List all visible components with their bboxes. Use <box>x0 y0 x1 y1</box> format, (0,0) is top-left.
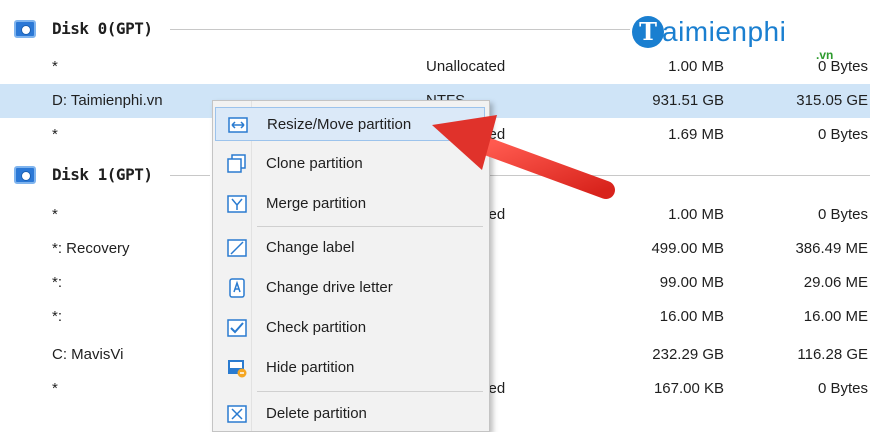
annotation-arrow <box>432 115 615 199</box>
